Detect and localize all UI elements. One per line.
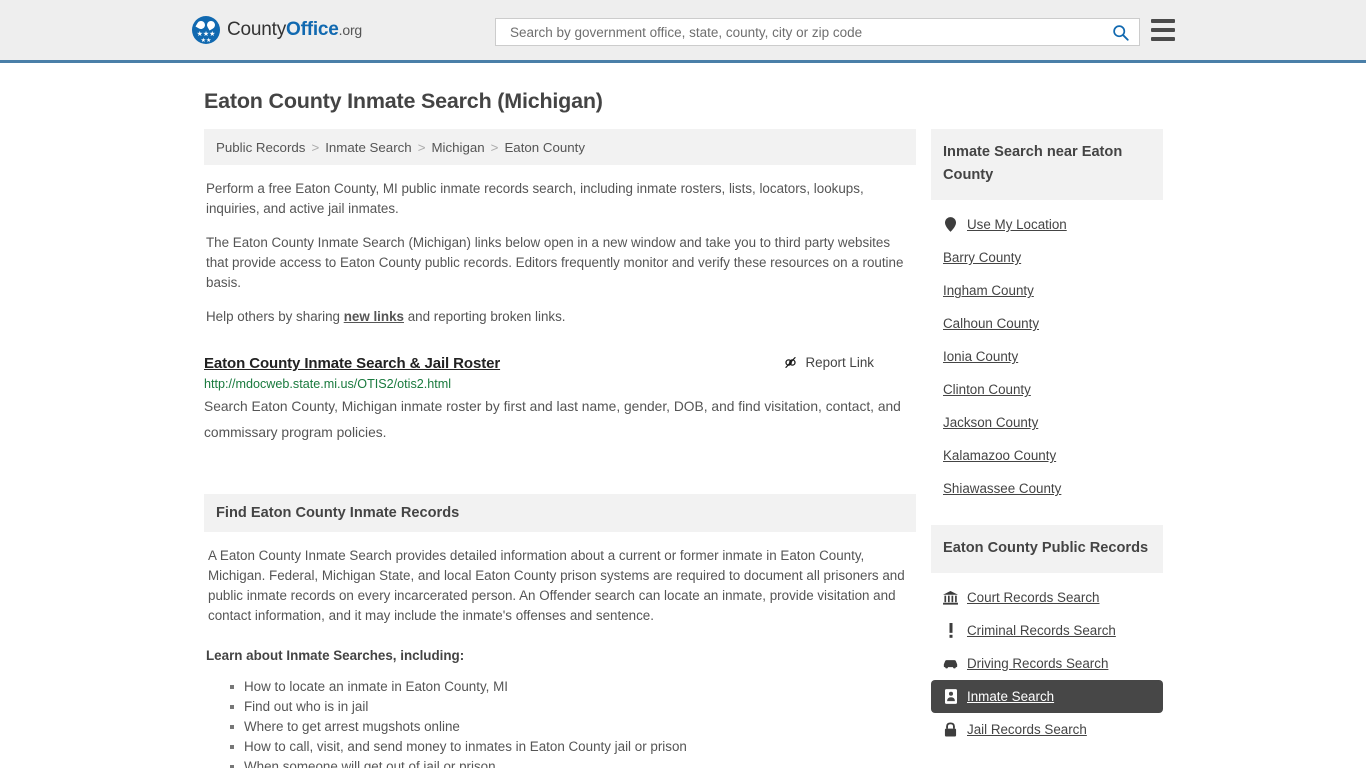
eagle-logo-icon: ★★★ ★★ [192,16,220,44]
breadcrumb-item-eaton-county[interactable]: Eaton County [504,140,585,155]
breadcrumb-item-inmate-search[interactable]: Inmate Search [325,140,411,155]
car-icon [943,658,958,669]
exclamation-icon [943,623,958,638]
site-header: ★★★ ★★ CountyOffice.org [0,0,1366,63]
page-title: Eaton County Inmate Search (Michigan) [204,89,603,113]
lock-icon [943,722,958,737]
list-item: Find out who is in jail [230,697,914,717]
breadcrumb-item-michigan[interactable]: Michigan [431,140,484,155]
sidebar-item-label: Driving Records Search [967,656,1109,671]
sidebar-item-barry-county[interactable]: Barry County [931,241,1163,274]
list-item: How to locate an inmate in Eaton County,… [230,677,914,697]
content-row: Public Records > Inmate Search > Michiga… [204,129,1366,768]
sidebar-item-label: Barry County [943,250,1022,265]
section-body: A Eaton County Inmate Search provides de… [204,546,916,768]
logo-text-part2: Office [286,19,339,40]
list-item: When someone will get out of jail or pri… [230,757,914,768]
share-text-post: and reporting broken links. [403,309,566,324]
nearby-panel-heading: Inmate Search near Eaton County [931,129,1163,200]
public-records-panel-heading: Eaton County Public Records [931,525,1163,573]
intro-paragraph-3: Help others by sharing new links and rep… [204,307,916,327]
sidebar-item-label: Kalamazoo County [943,448,1057,463]
result-description: Search Eaton County, Michigan inmate ros… [204,399,901,440]
breadcrumb: Public Records > Inmate Search > Michiga… [204,129,916,165]
breadcrumb-separator: > [311,139,320,155]
list-item: Where to get arrest mugshots online [230,717,914,737]
sidebar-item-use-my-location[interactable]: Use My Location [931,208,1163,241]
section-subheading: Learn about Inmate Searches, including: [206,648,465,663]
result-url: http://mdocweb.state.mi.us/OTIS2/otis2.h… [204,377,452,391]
sidebar-item-jail-records-search[interactable]: Jail Records Search [931,713,1163,746]
sidebar-item-label: Criminal Records Search [967,623,1116,638]
hamburger-menu-icon[interactable] [1151,19,1175,41]
search-button[interactable] [1110,24,1131,41]
bank-icon [943,590,958,605]
search-bar[interactable] [495,18,1140,46]
result-item: Eaton County Inmate Search & Jail Roster… [204,355,916,446]
result-title-link[interactable]: Eaton County Inmate Search & Jail Roster [204,355,500,372]
result-header: Eaton County Inmate Search & Jail Roster… [204,355,916,372]
sidebar-item-calhoun-county[interactable]: Calhoun County [931,307,1163,340]
site-logo[interactable]: ★★★ ★★ CountyOffice.org [192,16,362,44]
logo-wordmark: CountyOffice.org [227,19,362,41]
sidebar-item-label: Shiawassee County [943,481,1062,496]
sidebar-item-label: Use My Location [967,217,1067,232]
nearby-panel-list: Use My Location Barry County Ingham Coun… [931,200,1163,505]
report-link-button[interactable]: Report Link [783,355,874,370]
sidebar-item-label: Ingham County [943,283,1034,298]
sidebar-item-label: Jackson County [943,415,1039,430]
broken-link-icon [784,356,796,369]
share-text-pre: Help others by sharing [206,309,344,324]
search-icon [1113,24,1129,41]
logo-text-part3: .org [338,22,363,38]
learn-about-list: How to locate an inmate in Eaton County,… [206,677,914,768]
sidebar-item-jackson-county[interactable]: Jackson County [931,406,1163,439]
sidebar-item-ingham-county[interactable]: Ingham County [931,274,1163,307]
sidebar-item-driving-records-search[interactable]: Driving Records Search [931,647,1163,680]
sidebar-item-label: Calhoun County [943,316,1040,331]
sidebar-item-clinton-county[interactable]: Clinton County [931,373,1163,406]
intro-paragraph-1: Perform a free Eaton County, MI public i… [206,181,864,216]
section-paragraph: A Eaton County Inmate Search provides de… [208,548,905,623]
logo-text-part1: County [227,19,287,40]
nearby-panel: Inmate Search near Eaton County Use My L… [931,129,1163,505]
sidebar-item-criminal-records-search[interactable]: Criminal Records Search [931,614,1163,647]
section-heading: Find Eaton County Inmate Records [204,494,916,532]
sidebar-item-shiawassee-county[interactable]: Shiawassee County [931,472,1163,505]
sidebar-item-label: Inmate Search [967,689,1055,704]
sidebar-item-kalamazoo-county[interactable]: Kalamazoo County [931,439,1163,472]
report-link-label: Report Link [805,355,874,370]
list-item: How to call, visit, and send money to in… [230,737,914,757]
sidebar: Inmate Search near Eaton County Use My L… [931,129,1163,768]
id-card-icon [943,689,958,704]
sidebar-item-label: Jail Records Search [967,722,1087,737]
breadcrumb-separator: > [490,139,499,155]
breadcrumb-separator: > [417,139,426,155]
public-records-panel: Eaton County Public Records Court Record… [931,525,1163,746]
breadcrumb-item-public-records[interactable]: Public Records [216,140,305,155]
sidebar-item-label: Court Records Search [967,590,1100,605]
sidebar-item-inmate-search[interactable]: Inmate Search [931,680,1163,713]
sidebar-item-label: Clinton County [943,382,1031,397]
sidebar-item-label: Ionia County [943,349,1019,364]
search-input[interactable] [508,23,1110,41]
map-pin-icon [943,217,958,232]
main-column: Public Records > Inmate Search > Michiga… [204,129,916,768]
page-container: Eaton County Inmate Search (Michigan) Pu… [0,89,1366,768]
sidebar-item-ionia-county[interactable]: Ionia County [931,340,1163,373]
new-links-link[interactable]: new links [344,309,404,324]
sidebar-item-court-records-search[interactable]: Court Records Search [931,581,1163,614]
intro-paragraph-2: The Eaton County Inmate Search (Michigan… [206,235,904,290]
public-records-panel-list: Court Records Search Criminal Records Se… [931,573,1163,746]
